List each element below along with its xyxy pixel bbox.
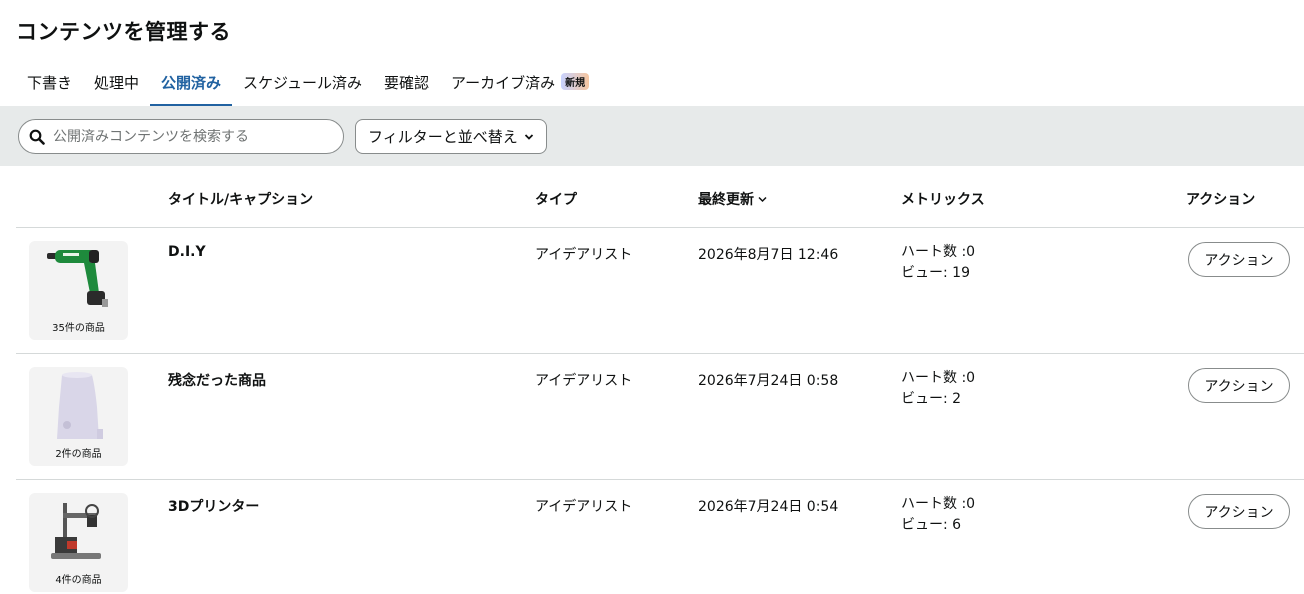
sort-chevron-icon <box>758 196 767 202</box>
new-badge: 新規 <box>561 73 590 90</box>
header-action: アクション <box>1186 192 1256 208</box>
hearts-count: ハート数 :0 <box>901 244 976 260</box>
product-thumbnail[interactable]: 2件の商品 <box>29 367 128 466</box>
product-count: 4件の商品 <box>55 575 102 586</box>
header-metrics: メトリックス <box>901 192 985 208</box>
product-thumbnail[interactable]: 4件の商品 <box>29 493 128 592</box>
metrics: ハート数 :0 ビュー: 6 <box>901 494 975 536</box>
humidifier-image <box>57 372 103 439</box>
content-title: D.I.Y <box>168 244 206 260</box>
metrics: ハート数 :0 ビュー: 2 <box>901 368 975 410</box>
tab-label: アーカイブ済み <box>451 74 556 92</box>
last-updated: 2026年7月24日 0:58 <box>698 373 839 389</box>
tab-scheduled[interactable]: スケジュール済み <box>232 64 373 106</box>
tab-needs-review[interactable]: 要確認 <box>373 64 440 106</box>
tab-label: 要確認 <box>384 74 430 92</box>
table-row: 4件の商品 3Dプリンター アイデアリスト 2026年7月24日 0:54 ハー… <box>16 480 1304 594</box>
header-type: タイプ <box>535 192 577 208</box>
content-table: タイトル/キャプション タイプ 最終更新 メトリックス アクション 35件の商品… <box>16 166 1304 594</box>
action-button[interactable]: アクション <box>1188 368 1290 403</box>
3d-printer-image <box>51 503 101 559</box>
page-title: コンテンツを管理する <box>16 20 231 44</box>
action-button[interactable]: アクション <box>1188 494 1290 529</box>
tab-label: 処理中 <box>94 74 140 92</box>
table-header: タイトル/キャプション タイプ 最終更新 メトリックス アクション <box>16 166 1304 228</box>
header-updated[interactable]: 最終更新 <box>698 189 767 209</box>
search-box[interactable] <box>18 119 344 154</box>
action-button[interactable]: アクション <box>1188 242 1290 277</box>
tab-label: スケジュール済み <box>243 74 362 92</box>
views-count: ビュー: 2 <box>901 391 962 407</box>
table-row: 35件の商品 D.I.Y アイデアリスト 2026年8月7日 12:46 ハート… <box>16 228 1304 354</box>
search-input[interactable] <box>53 128 323 145</box>
table-row: 2件の商品 残念だった商品 アイデアリスト 2026年7月24日 0:58 ハー… <box>16 354 1304 480</box>
hearts-count: ハート数 :0 <box>901 370 976 386</box>
tab-label: 公開済み <box>161 74 222 92</box>
header-title: タイトル/キャプション <box>168 192 314 208</box>
content-title: 残念だった商品 <box>168 373 266 389</box>
product-count: 35件の商品 <box>52 323 105 334</box>
power-tool-image <box>47 250 108 307</box>
views-count: ビュー: 19 <box>901 265 970 281</box>
views-count: ビュー: 6 <box>901 517 962 533</box>
tab-drafts[interactable]: 下書き <box>16 64 83 106</box>
hearts-count: ハート数 :0 <box>901 496 976 512</box>
last-updated: 2026年7月24日 0:54 <box>698 499 839 515</box>
content-type: アイデアリスト <box>535 247 633 263</box>
header-updated-label: 最終更新 <box>698 192 754 208</box>
chevron-down-icon <box>524 133 533 140</box>
filter-sort-button[interactable]: フィルターと並べ替え <box>355 119 547 154</box>
product-thumbnail[interactable]: 35件の商品 <box>29 241 128 340</box>
metrics: ハート数 :0 ビュー: 19 <box>901 242 975 284</box>
last-updated: 2026年8月7日 12:46 <box>698 247 839 263</box>
filter-sort-label: フィルターと並べ替え <box>368 128 518 146</box>
tab-archived[interactable]: アーカイブ済み 新規 <box>440 64 600 106</box>
toolbar: フィルターと並べ替え <box>0 106 1304 166</box>
product-count: 2件の商品 <box>55 449 102 460</box>
content-type: アイデアリスト <box>535 373 633 389</box>
tab-processing[interactable]: 処理中 <box>83 64 150 106</box>
search-icon <box>29 129 45 145</box>
tab-label: 下書き <box>27 74 73 92</box>
content-type: アイデアリスト <box>535 499 633 515</box>
tab-published[interactable]: 公開済み <box>150 64 233 106</box>
content-tabs: 下書き 処理中 公開済み スケジュール済み 要確認 アーカイブ済み 新規 <box>16 64 600 106</box>
content-title: 3Dプリンター <box>168 499 260 515</box>
